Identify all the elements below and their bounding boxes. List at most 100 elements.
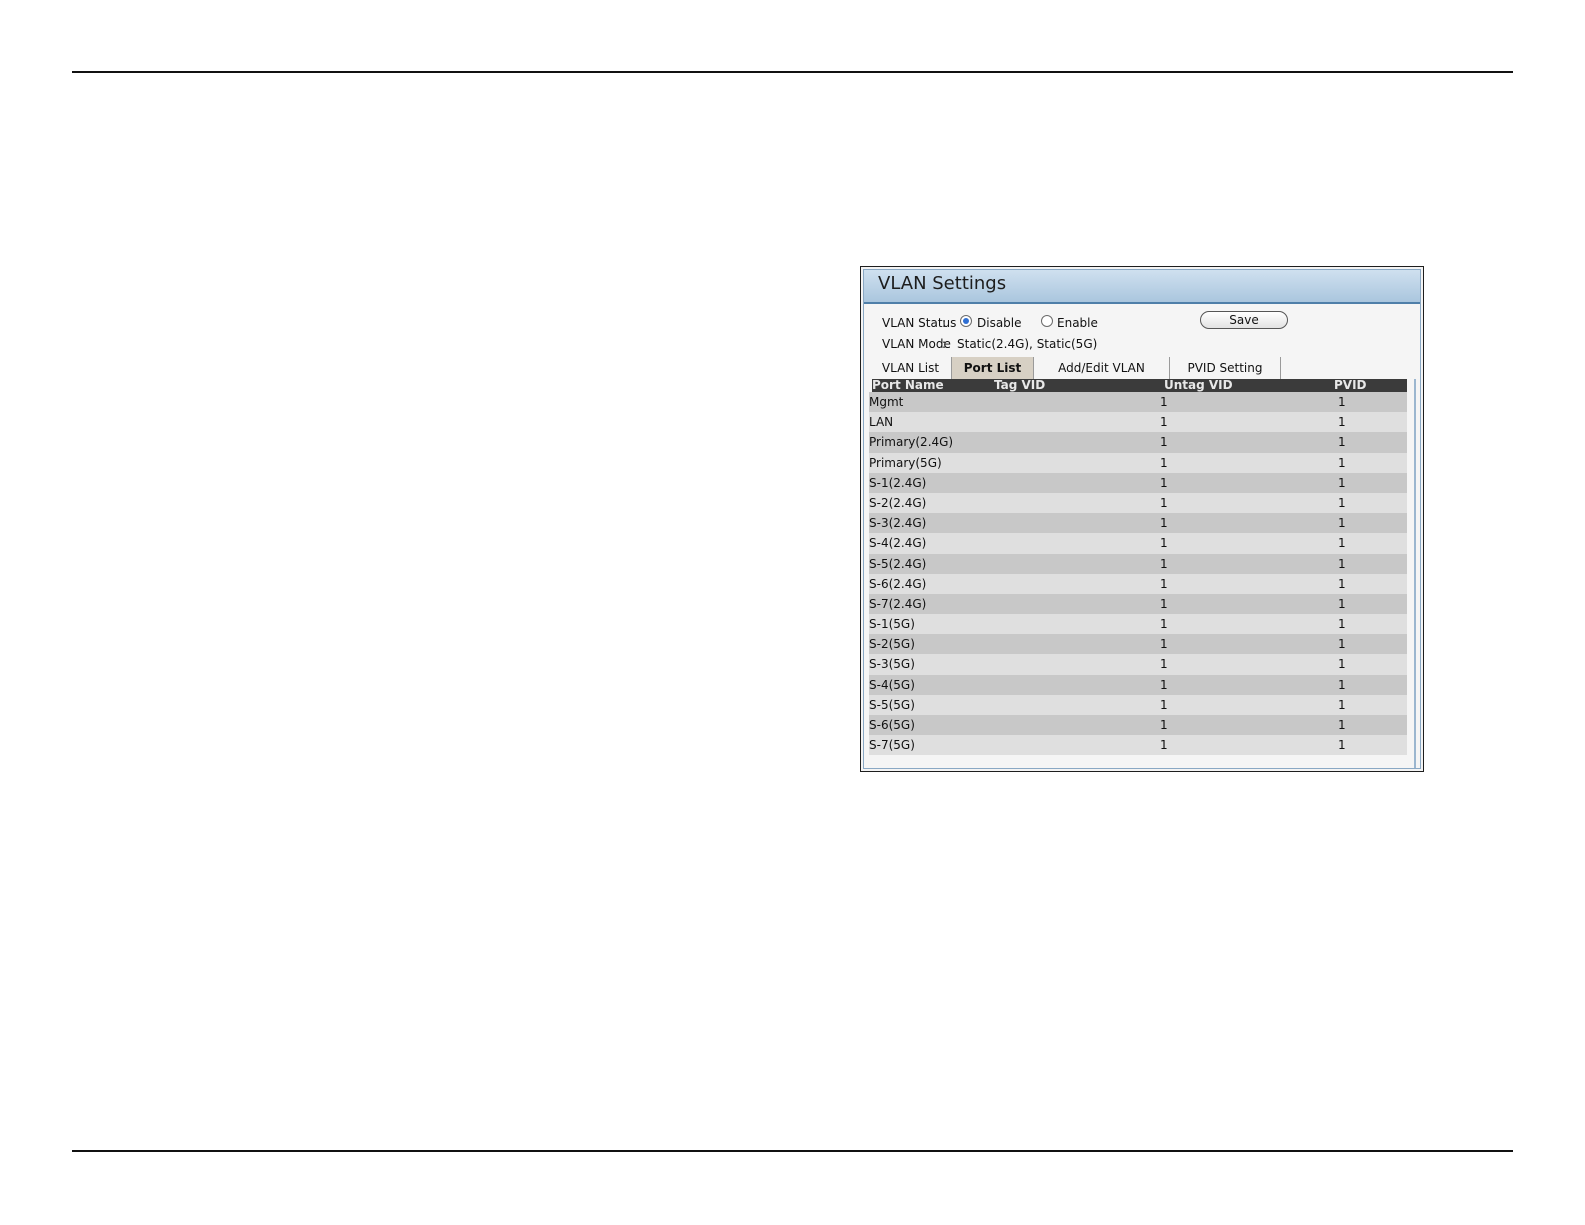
pvid-cell: 1 xyxy=(1338,536,1346,551)
table-row: Primary(2.4G) 1 1 xyxy=(869,432,1407,453)
pvid-cell: 1 xyxy=(1338,475,1346,490)
table-row: S-2(5G) 1 1 xyxy=(869,634,1407,655)
panel-title: VLAN Settings xyxy=(878,273,1007,294)
port-name-cell: S-5(2.4G) xyxy=(869,556,927,571)
pvid-cell: 1 xyxy=(1338,637,1346,652)
pvid-cell: 1 xyxy=(1338,617,1346,632)
pvid-cell: 1 xyxy=(1338,738,1346,753)
table-row: Primary(5G) 1 1 xyxy=(869,452,1407,473)
table-header: Port Name Tag VID Untag VID PVID xyxy=(872,378,1407,392)
port-name-cell: S-7(2.4G) xyxy=(869,596,927,611)
port-name-cell: S-3(2.4G) xyxy=(869,516,927,531)
disable-radio-label[interactable]: Disable xyxy=(977,316,1022,330)
table-row: Mgmt 1 1 xyxy=(869,392,1407,413)
vlan-mode-label: VLAN Mode xyxy=(882,337,951,351)
port-name-cell: LAN xyxy=(869,415,894,430)
table-row: S-7(5G) 1 1 xyxy=(869,735,1407,756)
tab-add-edit-vlan[interactable]: Add/Edit VLAN xyxy=(1034,357,1170,379)
port-name-cell: S-4(2.4G) xyxy=(869,536,927,551)
enable-radio[interactable] xyxy=(1041,315,1053,327)
pvid-cell: 1 xyxy=(1338,455,1346,470)
title-bar: VLAN Settings xyxy=(864,270,1420,304)
table-row: S-3(2.4G) 1 1 xyxy=(869,513,1407,534)
pvid-cell: 1 xyxy=(1338,395,1346,409)
pvid-cell: 1 xyxy=(1338,556,1346,571)
pvid-cell: 1 xyxy=(1338,435,1346,450)
untag-vid-cell: 1 xyxy=(1160,657,1168,672)
pvid-cell: 1 xyxy=(1338,576,1346,591)
untag-vid-cell: 1 xyxy=(1160,617,1168,632)
port-name-cell: Mgmt xyxy=(869,395,904,409)
table-row: S-7(2.4G) 1 1 xyxy=(869,593,1407,615)
pvid-cell: 1 xyxy=(1338,516,1346,531)
untag-vid-cell: 1 xyxy=(1160,435,1168,450)
untag-vid-cell: 1 xyxy=(1160,395,1168,409)
untag-vid-cell: 1 xyxy=(1160,536,1168,551)
port-name-cell: S-6(2.4G) xyxy=(869,576,927,591)
table-row: S-2(2.4G) 1 1 xyxy=(869,492,1407,514)
enable-radio-label[interactable]: Enable xyxy=(1057,316,1098,330)
port-list-table: Port Name Tag VID Untag VID PVID Mgmt 1 1 L… xyxy=(869,378,1407,756)
table-row: S-1(2.4G) 1 1 xyxy=(869,472,1407,493)
table-row: S-4(5G) 1 1 xyxy=(869,674,1407,695)
panel-body: VLAN Settings VLAN Status : Disable Enab… xyxy=(863,269,1421,769)
untag-vid-cell: 1 xyxy=(1160,455,1168,470)
vlan-settings-panel: VLAN Settings VLAN Status : Disable Enab… xyxy=(860,266,1424,772)
vlan-mode-value: Static(2.4G), Static(5G) xyxy=(957,337,1098,351)
status-separator: : xyxy=(942,316,947,330)
pvid-cell: 1 xyxy=(1338,495,1346,510)
untag-vid-cell: 1 xyxy=(1160,556,1168,571)
bottom-rule xyxy=(72,1150,1513,1152)
port-name-cell: S-2(5G) xyxy=(869,637,915,652)
untag-vid-cell: 1 xyxy=(1160,738,1168,753)
untag-vid-cell: 1 xyxy=(1160,596,1168,611)
table-row: S-6(5G) 1 1 xyxy=(869,715,1407,736)
untag-vid-cell: 1 xyxy=(1160,576,1168,591)
table-row: S-6(2.4G) 1 1 xyxy=(869,573,1407,594)
table-row: S-1(5G) 1 1 xyxy=(869,614,1407,635)
header-pvid: PVID xyxy=(1334,378,1367,392)
untag-vid-cell: 1 xyxy=(1160,415,1168,430)
port-name-cell: S-1(5G) xyxy=(869,617,915,632)
tab-pvid-setting[interactable]: PVID Setting xyxy=(1170,357,1281,379)
untag-vid-cell: 1 xyxy=(1160,495,1168,510)
pvid-cell: 1 xyxy=(1338,677,1346,692)
pvid-cell: 1 xyxy=(1338,697,1346,712)
port-name-cell: S-2(2.4G) xyxy=(869,495,927,510)
table-row: S-5(2.4G) 1 1 xyxy=(869,553,1407,574)
port-name-cell: S-1(2.4G) xyxy=(869,475,927,490)
port-name-cell: Primary(5G) xyxy=(869,455,942,470)
table-row: S-4(2.4G) 1 1 xyxy=(869,533,1407,554)
untag-vid-cell: 1 xyxy=(1160,697,1168,712)
untag-vid-cell: 1 xyxy=(1160,516,1168,531)
table-row: LAN 1 1 xyxy=(869,412,1407,433)
port-name-cell: S-4(5G) xyxy=(869,677,915,692)
pvid-cell: 1 xyxy=(1338,415,1346,430)
tab-port-list[interactable]: Port List xyxy=(952,357,1034,379)
disable-radio[interactable] xyxy=(960,315,972,327)
table-body: Mgmt 1 1 LAN 1 1 Primary(2.4G) 1 1 Primary(5G) 1 1 S… xyxy=(869,392,1407,756)
port-name-cell: S-7(5G) xyxy=(869,738,915,753)
port-name-cell: S-5(5G) xyxy=(869,697,915,712)
save-button[interactable]: Save xyxy=(1200,311,1288,329)
table-row: S-5(5G) 1 1 xyxy=(869,694,1407,715)
table-row: S-3(5G) 1 1 xyxy=(869,654,1407,675)
panel-scroll-edge xyxy=(1414,379,1416,768)
pvid-cell: 1 xyxy=(1338,657,1346,672)
untag-vid-cell: 1 xyxy=(1160,637,1168,652)
header-tag-vid: Tag VID xyxy=(994,378,1046,392)
top-rule xyxy=(72,71,1513,73)
untag-vid-cell: 1 xyxy=(1160,677,1168,692)
pvid-cell: 1 xyxy=(1338,718,1346,732)
untag-vid-cell: 1 xyxy=(1160,718,1168,732)
tab-vlan-list[interactable]: VLAN List xyxy=(870,357,952,379)
port-name-cell: S-3(5G) xyxy=(869,657,915,672)
tab-bar: VLAN List Port List Add/Edit VLAN PVID S… xyxy=(870,357,1290,379)
document-page: VLAN Settings VLAN Status : Disable Enab… xyxy=(0,0,1585,1225)
header-untag-vid: Untag VID xyxy=(1164,378,1233,392)
pvid-cell: 1 xyxy=(1338,596,1346,611)
port-name-cell: Primary(2.4G) xyxy=(869,435,954,450)
port-name-cell: S-6(5G) xyxy=(869,718,915,732)
mode-separator: : xyxy=(942,337,947,351)
header-port-name: Port Name xyxy=(872,378,944,392)
